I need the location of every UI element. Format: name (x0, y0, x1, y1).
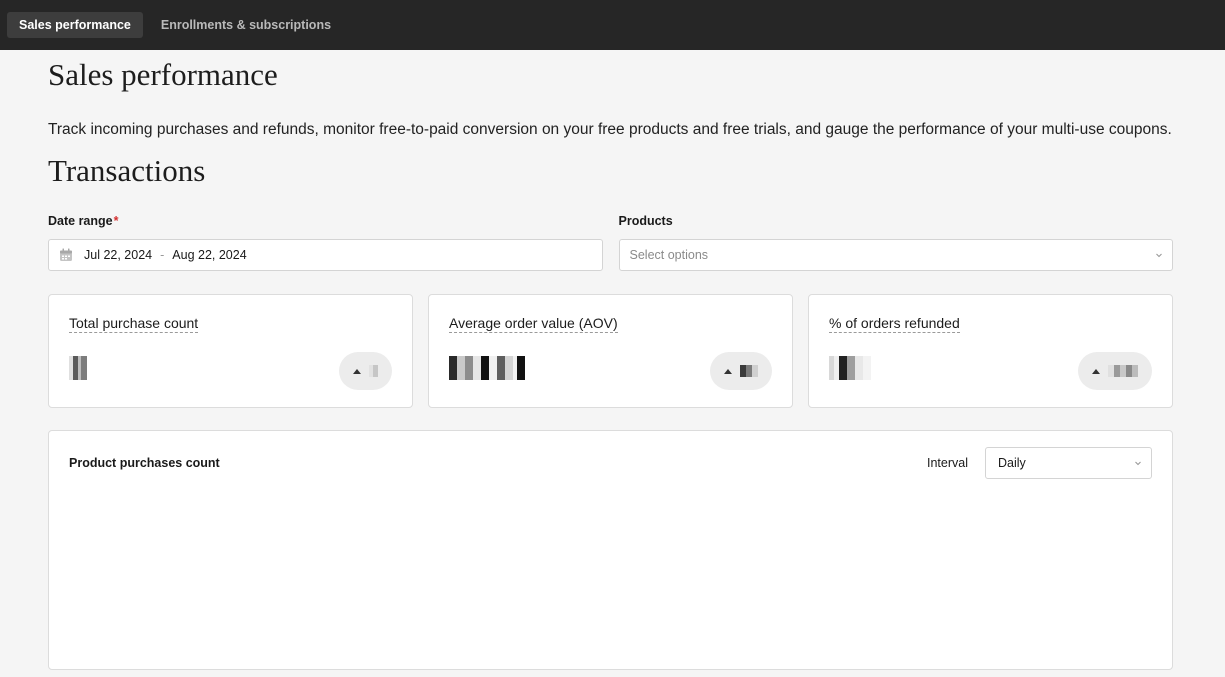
date-range-label-text: Date range (48, 214, 113, 228)
chart-title: Product purchases count (69, 456, 220, 470)
trend-pill (1078, 352, 1152, 390)
redacted-trend (740, 365, 758, 377)
main-content: Sales performance Track incoming purchas… (48, 50, 1173, 670)
products-label: Products (618, 214, 673, 228)
metric-title[interactable]: Average order value (AOV) (449, 315, 618, 333)
redacted-trend (369, 365, 378, 377)
date-range-start[interactable]: Jul 22, 2024 (84, 248, 152, 262)
tab-enrollments-subscriptions[interactable]: Enrollments & subscriptions (149, 12, 343, 38)
products-placeholder: Select options (629, 248, 709, 262)
calendar-icon (60, 248, 72, 261)
products-select[interactable]: Select options (618, 239, 1173, 271)
date-range-label: Date range* (48, 214, 603, 230)
trend-pill (710, 352, 772, 390)
triangle-up-icon (724, 368, 732, 374)
interval-value: Daily (998, 456, 1026, 470)
metric-card-total-purchase-count: Total purchase count (48, 294, 413, 408)
metric-card-orders-refunded: % of orders refunded (808, 294, 1173, 408)
metric-title[interactable]: Total purchase count (69, 315, 199, 333)
date-range-picker[interactable]: Jul 22, 2024 - Aug 22, 2024 (48, 239, 603, 271)
page-description: Track incoming purchases and refunds, mo… (48, 121, 1172, 138)
date-range-separator: - (160, 248, 165, 262)
date-range-end[interactable]: Aug 22, 2024 (172, 248, 246, 262)
interval-label: Interval (927, 456, 968, 470)
filters-row: Date range* Jul 22, 2024 - Aug 22, 2024 (48, 214, 1173, 271)
redacted-value (829, 356, 871, 380)
page-title: Sales performance (48, 57, 278, 92)
redacted-value (449, 356, 525, 380)
interval-select[interactable]: Daily (985, 447, 1152, 479)
metric-card-average-order-value: Average order value (AOV) (428, 294, 793, 408)
trend-pill (339, 352, 392, 390)
metric-cards: Total purchase count Average order value… (48, 294, 1173, 408)
required-asterisk: * (113, 214, 119, 228)
chevron-down-icon (1156, 253, 1162, 258)
tab-sales-performance[interactable]: Sales performance (7, 12, 143, 38)
top-navigation: Sales performance Enrollments & subscrip… (0, 0, 1225, 50)
section-title-transactions: Transactions (48, 153, 206, 188)
products-filter: Products Select options (618, 214, 1173, 271)
date-range-filter: Date range* Jul 22, 2024 - Aug 22, 2024 (48, 214, 603, 271)
redacted-value (69, 356, 87, 380)
chevron-down-icon (1135, 461, 1141, 466)
metric-title[interactable]: % of orders refunded (829, 315, 960, 333)
redacted-trend (1108, 365, 1138, 377)
triangle-up-icon (353, 368, 361, 374)
triangle-up-icon (1092, 368, 1100, 374)
product-purchases-chart-card: Product purchases count Interval Daily (48, 430, 1173, 670)
